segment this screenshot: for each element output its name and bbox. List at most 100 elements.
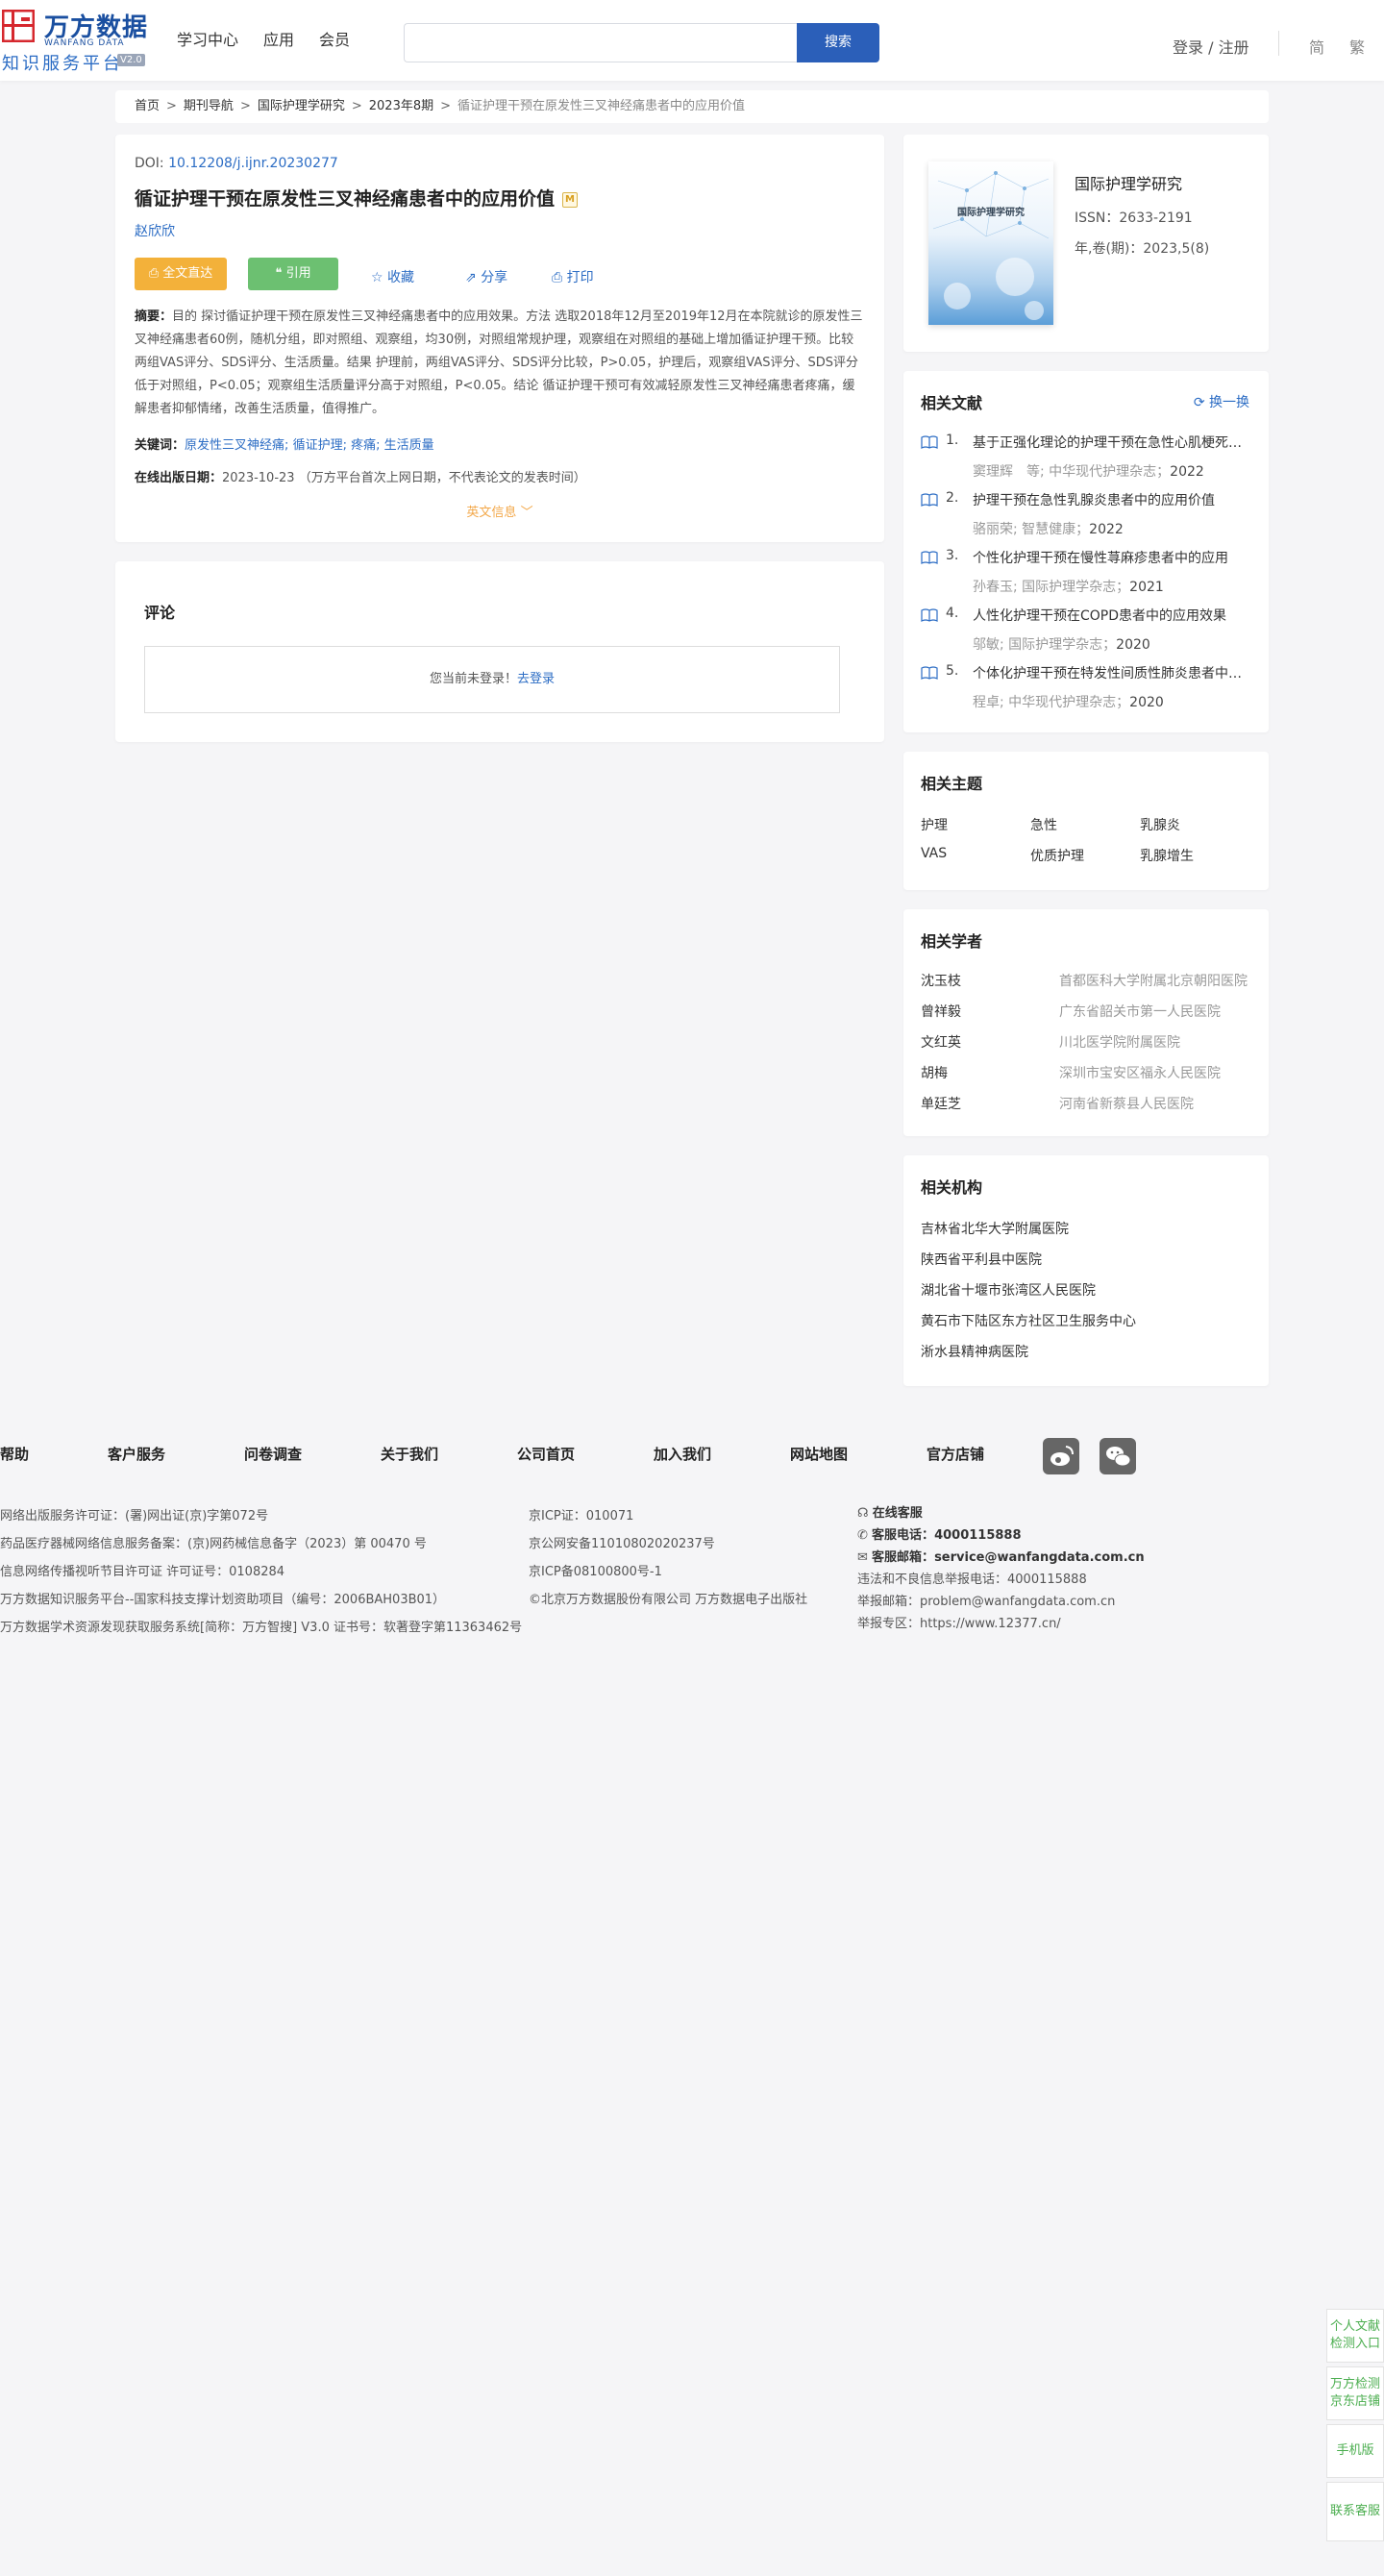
breadcrumb-sep: > (351, 99, 362, 113)
footer-survey-link[interactable]: 问卷调查 (244, 1444, 302, 1464)
scholar-institution: 河南省新蔡县人民医院 (1059, 1097, 1194, 1112)
related-topics-card: 相关主题 护理 急性 乳腺炎 VAS 优质护理 乳腺增生 (903, 752, 1269, 890)
main-nav: 学习中心 应用 会员 (177, 27, 350, 50)
keywords-label: 关键词： (135, 438, 185, 453)
related-doc-item[interactable]: 4. 人性化护理干预在COPD患者中的应用效果 邬敏; 国际护理学杂志；2020 (921, 606, 1252, 663)
breadcrumb-journal-nav[interactable]: 期刊导航 (184, 99, 234, 113)
org-link[interactable]: 吉林省北华大学附属医院 (921, 1219, 1069, 1238)
cite-button[interactable]: ❝ 引用 (248, 258, 338, 290)
english-info-toggle[interactable]: 英文信息 ﹀ (115, 502, 884, 520)
search-button[interactable]: 搜索 (797, 23, 879, 62)
login-register-link[interactable]: 登录 / 注册 (1173, 35, 1249, 58)
scholar-name[interactable]: 胡梅 (921, 1063, 948, 1082)
collect-label: 收藏 (387, 270, 415, 285)
nav-learning-center[interactable]: 学习中心 (177, 27, 238, 50)
topic-link[interactable]: 护理 (921, 815, 948, 834)
related-orgs-title: 相关机构 (921, 1178, 983, 1197)
weibo-icon[interactable] (1043, 1438, 1079, 1474)
doi-link[interactable]: 10.12208/j.ijnr.20230277 (168, 156, 338, 171)
topic-link[interactable]: 乳腺炎 (1140, 815, 1180, 834)
nav-membership[interactable]: 会员 (319, 27, 350, 50)
related-doc-authors: 孙春玉; (973, 580, 1018, 595)
related-doc-authors: 窦理辉 等; (973, 464, 1045, 480)
related-doc-item[interactable]: 1. 基于正强化理论的护理干预在急性心肌梗死患者中的应用 窦理辉 等; 中华现代… (921, 433, 1253, 490)
refresh-button[interactable]: ⟳ 换一换 (1194, 392, 1249, 411)
logo-subtitle: 知识服务平台 (2, 54, 123, 74)
org-link[interactable]: 黄石市下陆区东方社区卫生服务中心 (921, 1311, 1136, 1330)
cite-label: 引用 (285, 266, 311, 281)
breadcrumb-issue[interactable]: 2023年8期 (369, 99, 433, 113)
fulltext-button[interactable]: ⎙ 全文直达 (135, 258, 227, 290)
breadcrumb-sep: > (166, 99, 177, 113)
search-input[interactable] (404, 23, 798, 62)
breadcrumb-home[interactable]: 首页 (135, 99, 160, 113)
side-jd-store-button[interactable]: 万方检测京东店铺 (1326, 2366, 1384, 2420)
scholar-name[interactable]: 曾祥毅 (921, 1002, 961, 1021)
scholar-institution: 广东省韶关市第一人民医院 (1059, 1004, 1221, 1020)
related-doc-year: 2022 (1089, 522, 1124, 537)
keyword-link[interactable]: 原发性三叉神经痛 (185, 438, 284, 453)
related-doc-num: 1. (946, 433, 959, 448)
scholar-name[interactable]: 沈玉枝 (921, 971, 961, 990)
keyword-link[interactable]: 循证护理 (293, 438, 343, 453)
wechat-icon[interactable] (1100, 1438, 1136, 1474)
related-doc-item[interactable]: 3. 个性化护理干预在慢性荨麻疹患者中的应用 孙春玉; 国际护理学杂志；2021 (921, 548, 1252, 606)
footer-join-link[interactable]: 加入我们 (654, 1444, 711, 1464)
topic-link[interactable]: VAS (921, 846, 947, 861)
article-card: DOI: 10.12208/j.ijnr.20230277 循证护理干预在原发性… (115, 135, 884, 542)
journal-name[interactable]: 国际护理学研究 (1075, 171, 1182, 194)
topic-link[interactable]: 乳腺增生 (1140, 846, 1194, 865)
footer-about-link[interactable]: 关于我们 (381, 1444, 438, 1464)
related-doc-title: 个体化护理干预在特发性间质性肺炎患者中的应用 (973, 666, 1253, 681)
topic-link[interactable]: 优质护理 (1030, 846, 1084, 865)
breadcrumb-journal[interactable]: 国际护理学研究 (258, 99, 345, 113)
journal-cover-image[interactable]: 国际护理学研究 (928, 161, 1053, 325)
related-doc-journal: 智慧健康； (1022, 522, 1090, 537)
headset-icon: ☊ (857, 1506, 869, 1521)
org-link[interactable]: 淅水县精神病医院 (921, 1342, 1028, 1361)
related-doc-journal: 国际护理学杂志； (1008, 637, 1117, 653)
related-topics-title: 相关主题 (921, 775, 983, 793)
related-doc-year: 2021 (1129, 580, 1164, 595)
quote-icon: ❝ (275, 266, 283, 281)
scholar-institution: 深圳市宝安区福永人民医院 (1059, 1066, 1221, 1081)
org-link[interactable]: 湖北省十堰市张湾区人民医院 (921, 1280, 1096, 1300)
mendeley-icon[interactable]: M (562, 192, 579, 208)
wanfang-logo[interactable]: 万方数据 WANFANG DATA 知识服务平台 V2.0 (0, 8, 154, 74)
related-doc-meta: 邬敏; 国际护理学杂志；2020 (973, 634, 1150, 654)
author-link[interactable]: 赵欣欣 (135, 221, 175, 240)
scholar-name[interactable]: 单廷芝 (921, 1094, 961, 1113)
lang-simplified[interactable]: 简 (1309, 35, 1324, 58)
related-doc-item[interactable]: 2. 护理干预在急性乳腺炎患者中的应用价值 骆丽荣; 智慧健康；2022 (921, 490, 1252, 548)
print-button[interactable]: ⎙ 打印 (552, 267, 594, 286)
related-doc-authors: 程卓; (973, 695, 1004, 710)
footer-store-link[interactable]: 官方店铺 (927, 1444, 984, 1464)
footer-company-link[interactable]: 公司首页 (517, 1444, 575, 1464)
related-doc-item[interactable]: 5. 个体化护理干预在特发性间质性肺炎患者中的应用 程卓; 中华现代护理杂志；2… (921, 663, 1253, 721)
footer-customer-service-link[interactable]: 客户服务 (108, 1444, 165, 1464)
nav-apps[interactable]: 应用 (263, 27, 294, 50)
keyword-link[interactable]: 生活质量 (384, 438, 434, 453)
footer-license-text: 网络出版服务许可证：(署)网出证(京)字第072号 (0, 1509, 269, 1523)
online-service-label: 在线客服 (872, 1506, 923, 1521)
side-contact-service-button[interactable]: 联系客服 (1326, 2482, 1384, 2541)
side-plagiarism-entry-button[interactable]: 个人文献检测入口 (1326, 2309, 1384, 2363)
scholar-name[interactable]: 文红英 (921, 1032, 961, 1052)
related-orgs-card: 相关机构 吉林省北华大学附属医院 陕西省平利县中医院 湖北省十堰市张湾区人民医院… (903, 1155, 1269, 1386)
not-logged-text: 您当前未登录！ (429, 672, 517, 686)
share-button[interactable]: ⇗ 分享 (465, 267, 507, 286)
cover-pattern-icon (932, 171, 1050, 320)
org-link[interactable]: 陕西省平利县中医院 (921, 1250, 1042, 1269)
go-login-link[interactable]: 去登录 (517, 672, 555, 686)
topic-link[interactable]: 急性 (1030, 815, 1057, 834)
keyword-link[interactable]: 疼痛 (351, 438, 376, 453)
lang-traditional[interactable]: 繁 (1349, 35, 1365, 58)
footer-help-link[interactable]: 帮助 (0, 1444, 29, 1464)
top-header: 万方数据 WANFANG DATA 知识服务平台 V2.0 学习中心 应用 会员… (0, 0, 1384, 81)
side-mobile-button[interactable]: 手机版 (1326, 2424, 1384, 2478)
online-service-link[interactable]: ☊ 在线客服 (857, 1502, 1145, 1524)
footer-sitemap-link[interactable]: 网站地图 (790, 1444, 848, 1464)
collect-button[interactable]: ☆ 收藏 (371, 267, 414, 286)
email-value[interactable]: service@wanfangdata.com.cn (934, 1550, 1145, 1565)
report-zone-link[interactable]: 举报专区：https://www.12377.cn/ (857, 1613, 1145, 1635)
